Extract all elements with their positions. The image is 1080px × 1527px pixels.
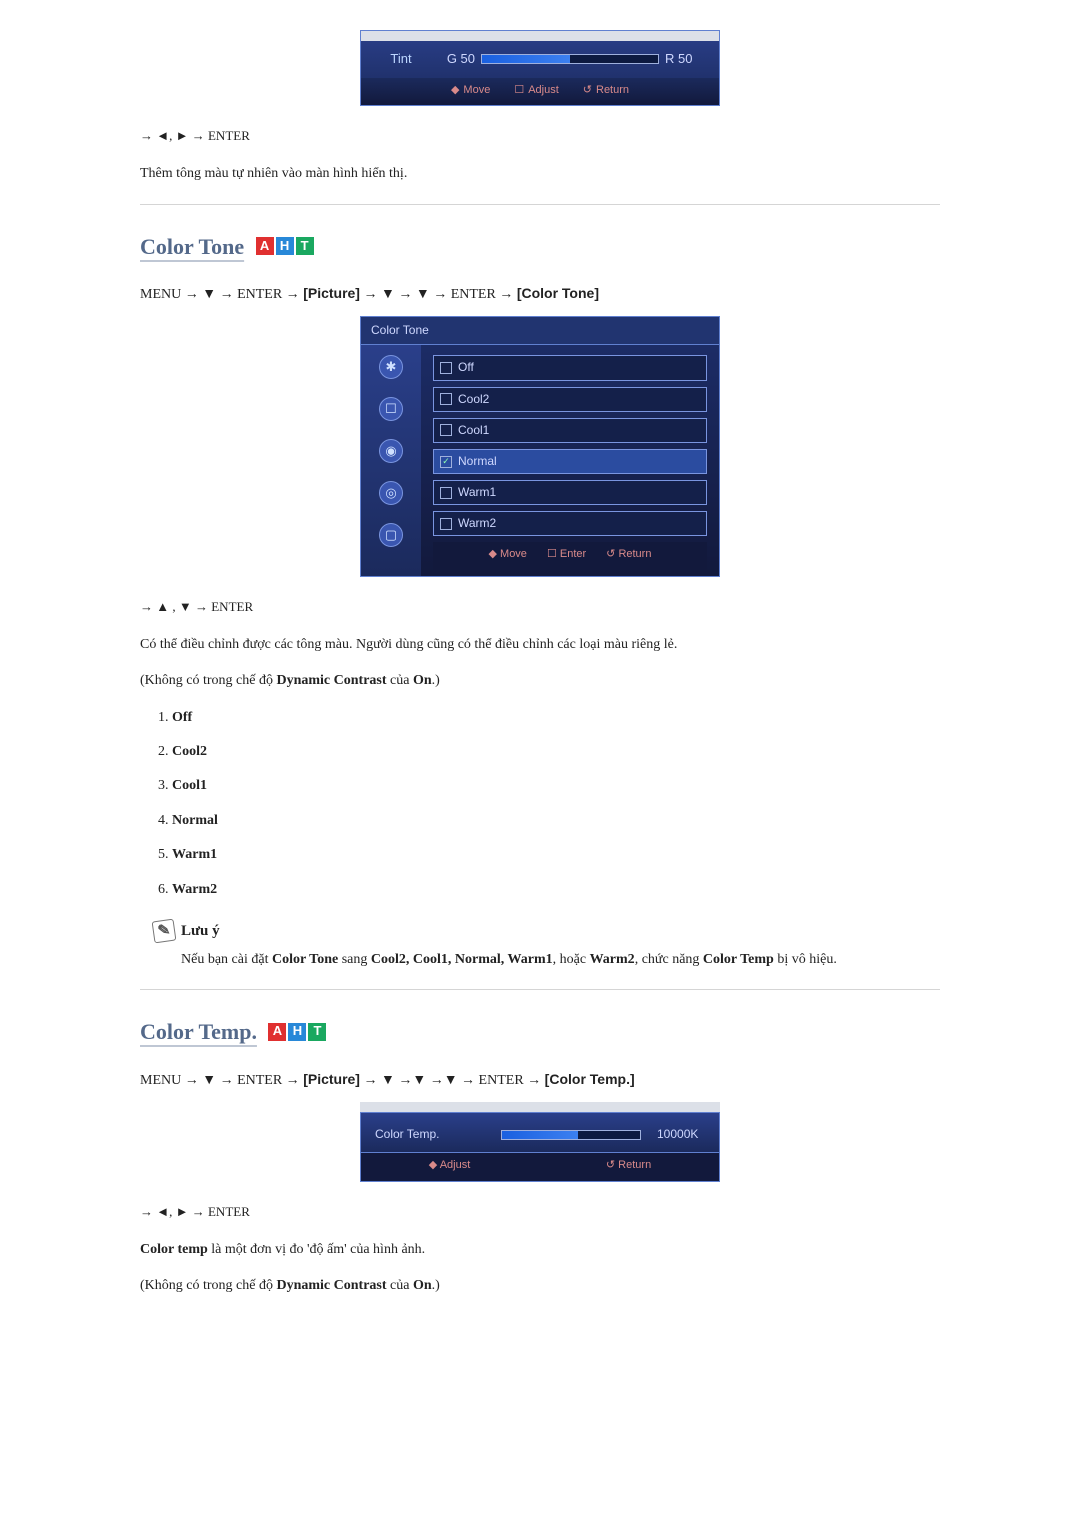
ct-item-cool1[interactable]: Cool1 [433,418,707,443]
section-color-temp: Color Temp. A H T MENU → ▼ → ENTER → [Pi… [140,1014,940,1297]
badges-color-temp: A H T [268,1023,326,1041]
list-item: Off [172,707,940,729]
side-icon-1[interactable]: ✱ [379,355,403,379]
osd-strip [361,31,719,41]
list-item: Warm2 [172,879,940,901]
checkbox-icon [440,424,452,436]
tint-slider-fill [482,55,570,63]
list-item: Cool1 [172,775,940,797]
side-icon-5[interactable]: ▢ [379,523,403,547]
heading-color-tone: Color Tone [140,229,244,264]
color-tone-desc: Có thể điều chỉnh được các tông màu. Ngư… [140,634,940,656]
note-icon: ✎ [152,919,177,944]
color-tone-condition: (Không có trong chế độ Dynamic Contrast … [140,670,940,692]
badge-t-icon: T [308,1023,326,1041]
checkbox-icon [440,518,452,530]
tint-right-value: R 50 [659,49,709,70]
ct-osd-footer: ◆ Move ☐ Enter ↺ Return [433,542,707,570]
ct-osd-body: ✱ ☐ ◉ ◎ ▢ Off Cool2 Cool1 ✓Normal Warm1 … [360,344,720,577]
badge-h-icon: H [276,237,294,255]
tint-slider[interactable] [481,54,659,64]
nav-line-2: → ▲ , ▼ → ENTER [140,597,940,618]
footer-move: ◆ Move [489,546,527,564]
checkbox-icon: ✓ [440,456,452,468]
ct-item-warm2[interactable]: Warm2 [433,511,707,536]
note-text: Nếu bạn cài đặt Color Tone sang Cool2, C… [181,949,940,971]
ct-osd-list: Off Cool2 Cool1 ✓Normal Warm1 Warm2 ◆ Mo… [421,345,719,576]
ctemp-slider[interactable] [501,1130,641,1140]
footer-move: ◆Move [451,82,490,100]
color-tone-osd: Color Tone ✱ ☐ ◉ ◎ ▢ Off Cool2 Cool1 ✓No… [360,316,720,577]
checkbox-icon [440,487,452,499]
ctemp-value: 10000K [657,1125,698,1144]
tint-label: Tint [371,49,431,70]
footer-return: ↺Return [583,82,629,100]
footer-return: ↺ Return [606,546,651,564]
heading-color-temp: Color Temp. [140,1014,257,1049]
color-temp-desc: Color temp là một đơn vị đo 'độ ấm' của … [140,1239,940,1261]
nav-line-1: → ◄, ► → ENTER [140,126,940,147]
ctemp-footer: ◆ Adjust ↺ Return [360,1153,720,1182]
footer-return: ↺ Return [606,1157,651,1175]
footer-adjust: ☐Adjust [514,82,558,100]
para-tint-desc: Thêm tông màu tự nhiên vào màn hình hiển… [140,163,940,185]
ct-osd-header: Color Tone [360,316,720,344]
note-heading: ✎ Lưu ý [153,919,940,943]
checkbox-icon [440,362,452,374]
osd-strip [360,1102,720,1112]
footer-enter: ☐ Enter [547,546,586,564]
badge-a-icon: A [256,237,274,255]
tint-left-value: G 50 [431,49,481,70]
tint-osd-panel: Tint G 50 R 50 ◆Move ☐Adjust ↺Return [360,30,720,106]
menu-path-color-tone: MENU → ▼ → ENTER → [Picture] → ▼ → ▼ → E… [140,282,940,306]
list-item: Cool2 [172,741,940,763]
list-item: Warm1 [172,844,940,866]
ctemp-body: Color Temp. 10000K [360,1112,720,1153]
nav-line-3: → ◄, ► → ENTER [140,1202,940,1223]
side-icon-4[interactable]: ◎ [379,481,403,505]
ctemp-label: Color Temp. [375,1125,485,1144]
separator-2 [140,989,940,990]
ctemp-slider-fill [502,1131,578,1139]
tint-osd-footer: ◆Move ☐Adjust ↺Return [361,78,719,106]
menu-path-color-temp: MENU → ▼ → ENTER → [Picture] → ▼ →▼ →▼ →… [140,1068,940,1092]
color-tone-list: Off Cool2 Cool1 Normal Warm1 Warm2 [172,707,940,901]
badges-color-tone: A H T [256,237,314,255]
ct-item-normal[interactable]: ✓Normal [433,449,707,474]
checkbox-icon [440,393,452,405]
note-block: ✎ Lưu ý Nếu bạn cài đặt Color Tone sang … [140,919,940,971]
section-color-tone: Color Tone A H T MENU → ▼ → ENTER → [Pic… [140,229,940,972]
ct-item-cool2[interactable]: Cool2 [433,387,707,412]
badge-h-icon: H [288,1023,306,1041]
side-icon-2[interactable]: ☐ [379,397,403,421]
ct-item-off[interactable]: Off [433,355,707,380]
color-temp-osd: Color Temp. 10000K ◆ Adjust ↺ Return [360,1102,720,1182]
ct-item-warm1[interactable]: Warm1 [433,480,707,505]
separator-1 [140,204,940,205]
footer-adjust: ◆ Adjust [429,1157,471,1175]
ct-osd-sidebar: ✱ ☐ ◉ ◎ ▢ [361,345,421,576]
side-icon-3[interactable]: ◉ [379,439,403,463]
list-item: Normal [172,810,940,832]
badge-a-icon: A [268,1023,286,1041]
color-temp-condition: (Không có trong chế độ Dynamic Contrast … [140,1275,940,1297]
tint-row: Tint G 50 R 50 [361,41,719,78]
badge-t-icon: T [296,237,314,255]
